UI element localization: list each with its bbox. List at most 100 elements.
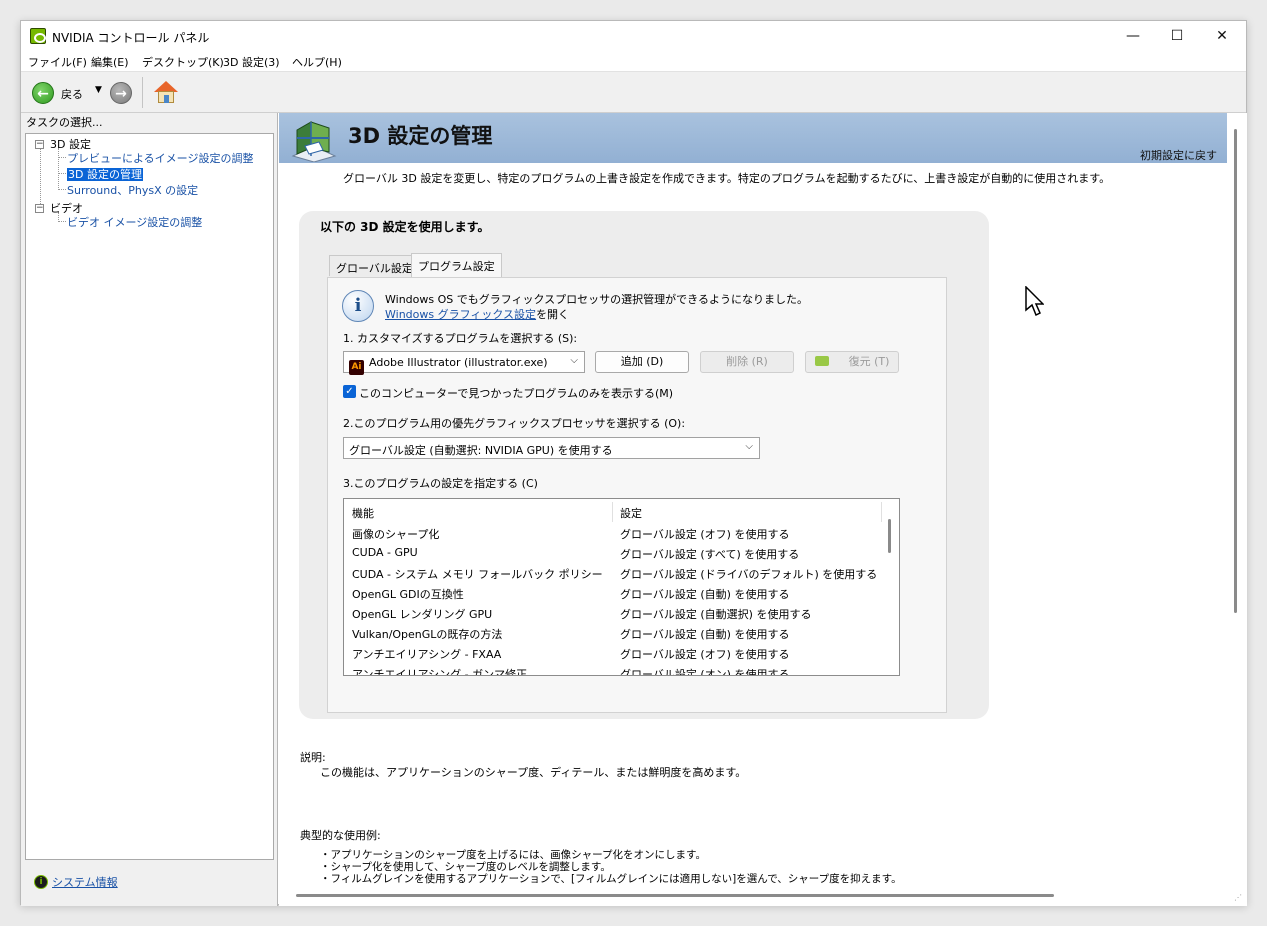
table-row[interactable]: OpenGL レンダリング GPU グローバル設定 (自動選択) を使用する — [344, 603, 882, 623]
show-found-programs-label[interactable]: このコンピューターで見つかったプログラムのみを表示する(M) — [359, 385, 673, 401]
table-row[interactable]: CUDA - システム メモリ フォールバック ポリシー グローバル設定 (ドラ… — [344, 563, 882, 583]
row-feature: OpenGL レンダリング GPU — [352, 608, 493, 621]
resize-grip-icon[interactable]: ⋰ — [1234, 893, 1244, 903]
nvidia-restore-icon — [814, 356, 829, 366]
graphics-processor-select[interactable]: グローバル設定 (自動選択: NVIDIA GPU) を使用する ⌵ — [343, 437, 760, 459]
row-setting: グローバル設定 (オン) を使用する — [620, 668, 790, 676]
program-settings-panel: i Windows OS でもグラフィックスプロセッサの選択管理ができるようにな… — [327, 277, 947, 713]
row-feature: Vulkan/OpenGLの既存の方法 — [352, 628, 503, 641]
table-row[interactable]: OpenGL GDIの互換性 グローバル設定 (自動) を使用する — [344, 583, 882, 603]
table-row[interactable]: Vulkan/OpenGLの既存の方法 グローバル設定 (自動) を使用する — [344, 623, 882, 643]
column-feature[interactable]: 機能 — [352, 505, 374, 521]
row-feature: 画像のシャープ化 — [352, 528, 440, 541]
tree-toggle-3d[interactable]: − — [35, 140, 44, 149]
table-row[interactable]: 画像のシャープ化 グローバル設定 (オフ) を使用する — [344, 523, 882, 543]
info-link-suffix: を開く — [536, 308, 570, 321]
menu-3d-settings[interactable]: 3D 設定(3) — [223, 54, 280, 70]
info-icon: i — [342, 290, 374, 322]
tree-item-surround-physx[interactable]: Surround、PhysX の設定 — [67, 182, 198, 198]
remove-button[interactable]: 削除 (R) — [700, 351, 794, 373]
tree-item-image-preview[interactable]: プレビューによるイメージ設定の調整 — [67, 150, 253, 166]
row-setting: グローバル設定 (自動選択) を使用する — [620, 608, 812, 621]
menu-edit[interactable]: 編集(E) — [91, 54, 129, 70]
settings-group: 以下の 3D 設定を使用します。 グローバル設定 プログラム設定 i Windo… — [299, 211, 989, 719]
row-setting: グローバル設定 (ドライバのデフォルト) を使用する — [620, 568, 878, 581]
row-setting: グローバル設定 (オフ) を使用する — [620, 528, 790, 541]
chevron-down-icon: ⌵ — [745, 441, 753, 452]
main-horizontal-scrollbar[interactable] — [296, 894, 1054, 897]
minimize-button[interactable]: — — [1110, 21, 1156, 51]
tab-global-settings[interactable]: グローバル設定 — [329, 255, 420, 276]
windows-graphics-settings-link[interactable]: Windows グラフィックス設定 — [385, 308, 536, 321]
back-history-dropdown-icon[interactable]: ▼ — [95, 85, 102, 95]
page-intro: グローバル 3D 設定を変更し、特定のプログラムの上書き設定を作成できます。特定… — [343, 172, 1111, 185]
maximize-button[interactable]: ☐ — [1154, 21, 1200, 51]
program-select-value: Adobe Illustrator (illustrator.exe) — [369, 356, 548, 369]
show-found-programs-checkbox[interactable]: ✓ — [343, 385, 356, 398]
info-link-line: Windows グラフィックス設定を開く — [385, 306, 569, 322]
step2-label: 2.このプログラム用の優先グラフィックスプロセッサを選択する (O): — [343, 417, 686, 430]
info-message: Windows OS でもグラフィックスプロセッサの選択管理ができるようになりま… — [385, 293, 808, 306]
title-bar: NVIDIA コントロール パネル — ☐ ✕ — [21, 21, 1246, 51]
table-row[interactable]: CUDA - GPU グローバル設定 (すべて) を使用する — [344, 543, 882, 563]
menu-bar: ファイル(F) 編集(E) デスクトップ(K) 3D 設定(3) ヘルプ(H) — [21, 51, 1246, 71]
page-title: 3D 設定の管理 — [348, 124, 493, 148]
main-vertical-scrollbar[interactable] — [1234, 129, 1237, 613]
row-setting: グローバル設定 (自動) を使用する — [620, 588, 790, 601]
step1-label: 1. カスタマイズするプログラムを選択する (S): — [343, 332, 578, 345]
toolbar: ← 戻る ▼ → — [21, 71, 1246, 113]
menu-file[interactable]: ファイル(F) — [28, 54, 87, 70]
menu-help[interactable]: ヘルプ(H) — [292, 54, 342, 70]
page-banner: 3D 設定の管理 初期設定に戻す — [279, 113, 1227, 163]
main-content: 3D 設定の管理 初期設定に戻す グローバル 3D 設定を変更し、特定のプログラ… — [279, 113, 1247, 906]
task-sidebar: タスクの選択... − 3D 設定 プレビューによるイメージ設定の調整 3D 設… — [21, 113, 278, 906]
3d-settings-icon — [291, 121, 337, 162]
row-setting: グローバル設定 (自動) を使用する — [620, 628, 790, 641]
step3-label: 3.このプログラムの設定を指定する (C) — [343, 477, 538, 490]
add-button[interactable]: 追加 (D) — [595, 351, 689, 373]
tree-item-video-image[interactable]: ビデオ イメージ設定の調整 — [67, 214, 202, 230]
row-feature: CUDA - GPU — [352, 546, 418, 559]
table-row[interactable]: アンチエイリアシング - ガンマ修正 グローバル設定 (オン) を使用する — [344, 663, 882, 676]
toolbar-separator — [142, 77, 143, 108]
description-label: 説明: — [300, 751, 326, 764]
tree-item-manage-3d[interactable]: 3D 設定の管理 — [67, 166, 143, 182]
row-feature: OpenGL GDIの互換性 — [352, 588, 464, 601]
illustrator-icon: Ai — [349, 360, 364, 375]
settings-heading: 以下の 3D 設定を使用します。 — [320, 220, 490, 234]
system-info-icon: i — [34, 875, 48, 889]
close-button[interactable]: ✕ — [1199, 21, 1245, 51]
table-row[interactable]: アンチエイリアシング - FXAA グローバル設定 (オフ) を使用する — [344, 643, 882, 663]
restore-defaults-link[interactable]: 初期設定に戻す — [1140, 147, 1217, 163]
tree-toggle-video[interactable]: − — [35, 204, 44, 213]
row-feature: アンチエイリアシング - ガンマ修正 — [352, 668, 528, 676]
back-icon[interactable]: ← — [32, 82, 54, 104]
program-settings-list: 機能 設定 画像のシャープ化 グローバル設定 (オフ) を使用する CUDA -… — [343, 498, 900, 676]
column-setting[interactable]: 設定 — [620, 505, 642, 521]
home-icon[interactable] — [154, 81, 178, 105]
usage-label: 典型的な使用例: — [300, 829, 381, 842]
row-feature: CUDA - システム メモリ フォールバック ポリシー — [352, 568, 603, 581]
system-info-label[interactable]: システム情報 — [52, 874, 118, 890]
nvidia-app-icon — [30, 28, 46, 44]
row-setting: グローバル設定 (オフ) を使用する — [620, 648, 790, 661]
nvidia-control-panel-window: NVIDIA コントロール パネル — ☐ ✕ ファイル(F) 編集(E) デス… — [20, 20, 1247, 906]
chevron-down-icon: ⌵ — [570, 355, 578, 366]
row-feature: アンチエイリアシング - FXAA — [352, 648, 502, 661]
back-button-label[interactable]: 戻る — [61, 86, 83, 102]
task-tree: − 3D 設定 プレビューによるイメージ設定の調整 3D 設定の管理 Surro… — [25, 133, 274, 860]
window-title: NVIDIA コントロール パネル — [52, 31, 210, 45]
description-text: この機能は、アプリケーションのシャープ度、ディテール、または鮮明度を高めます。 — [320, 766, 747, 779]
restore-button-label: 復元 (T) — [848, 355, 890, 368]
row-setting: グローバル設定 (すべて) を使用する — [620, 548, 800, 561]
mouse-cursor-icon — [1025, 286, 1044, 317]
list-header: 機能 設定 — [344, 499, 899, 524]
tree-item-manage-3d-label: 3D 設定の管理 — [67, 168, 143, 181]
tab-program-settings[interactable]: プログラム設定 — [411, 253, 502, 277]
task-header: タスクの選択... — [26, 116, 103, 129]
list-scrollbar[interactable] — [888, 519, 891, 553]
forward-icon[interactable]: → — [110, 82, 132, 104]
program-select[interactable]: Ai Adobe Illustrator (illustrator.exe) ⌵ — [343, 351, 585, 375]
menu-desktop[interactable]: デスクトップ(K) — [142, 54, 224, 70]
restore-button[interactable]: 復元 (T) — [805, 351, 899, 373]
